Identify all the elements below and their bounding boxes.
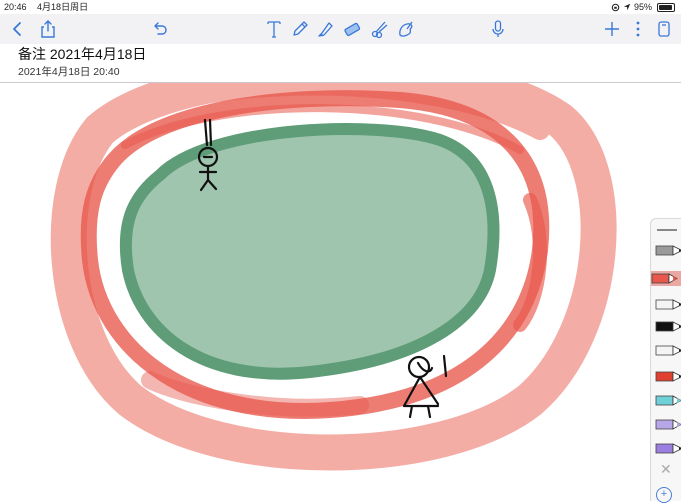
pen-red-icon[interactable] [655,369,681,384]
status-left: 20:46 4月18日周日 [4,0,96,14]
back-button[interactable] [6,17,30,41]
pen-coral-icon[interactable] [651,271,681,286]
add-pen-icon[interactable]: + [656,487,672,503]
drawing-canvas[interactable] [0,83,681,500]
pen-black-icon[interactable] [655,319,681,334]
more-icon [636,21,640,37]
pond-shape [119,123,500,380]
lasso-tool-button[interactable] [368,17,392,41]
more-button[interactable] [626,17,650,41]
undo-icon [154,22,167,35]
highlighter-tool-icon [318,22,333,37]
share-icon [41,20,55,38]
status-date: 4月18日周日 [37,2,89,12]
add-button[interactable] [600,17,624,41]
battery-fill [659,4,673,10]
note-title[interactable]: 备注 2021年4月18日 [18,44,146,64]
pages-button[interactable] [652,17,676,41]
pen-white-outline-icon[interactable] [655,343,681,358]
battery-icon [657,2,675,12]
color-picker-button[interactable] [394,17,418,41]
text-tool-button[interactable] [262,17,286,41]
pen-lavender-icon[interactable] [655,417,681,432]
status-time: 20:46 [4,2,27,12]
add-icon [605,22,619,36]
eraser-tool-icon [344,22,361,37]
back-icon [13,22,21,36]
status-right: 95% [611,0,675,14]
share-button[interactable] [36,17,60,41]
close-icon[interactable]: ✕ [660,461,672,478]
undo-button[interactable] [148,17,172,41]
location-icon [623,3,631,11]
pen-palette: ✕ + [650,218,681,503]
battery-percent: 95% [633,2,652,12]
note-date: 2021年4月18日 20:40 [18,66,120,78]
pages-icon [658,21,670,37]
toolbar [0,14,681,44]
palette-handle[interactable] [657,229,677,231]
text-tool-icon [267,21,281,38]
microphone-icon [492,20,504,37]
pen-white-icon[interactable] [655,297,681,312]
color-picker-icon [399,21,413,37]
pen-tool-button[interactable] [288,17,312,41]
note-header: 备注 2021年4月18日 2021年4月18日 20:40 [0,44,681,83]
lasso-tool-icon [371,21,388,39]
pen-tool-icon [293,21,308,36]
pen-gray-icon[interactable] [655,243,681,258]
eraser-tool-button[interactable] [340,17,364,41]
pen-purple-icon[interactable] [655,441,681,456]
pen-cyan-icon[interactable] [655,393,681,408]
highlighter-tool-button[interactable] [314,17,338,41]
status-bar: 20:46 4月18日周日 95% [0,0,681,14]
microphone-button[interactable] [486,17,510,41]
orientation-lock-icon [611,3,620,11]
